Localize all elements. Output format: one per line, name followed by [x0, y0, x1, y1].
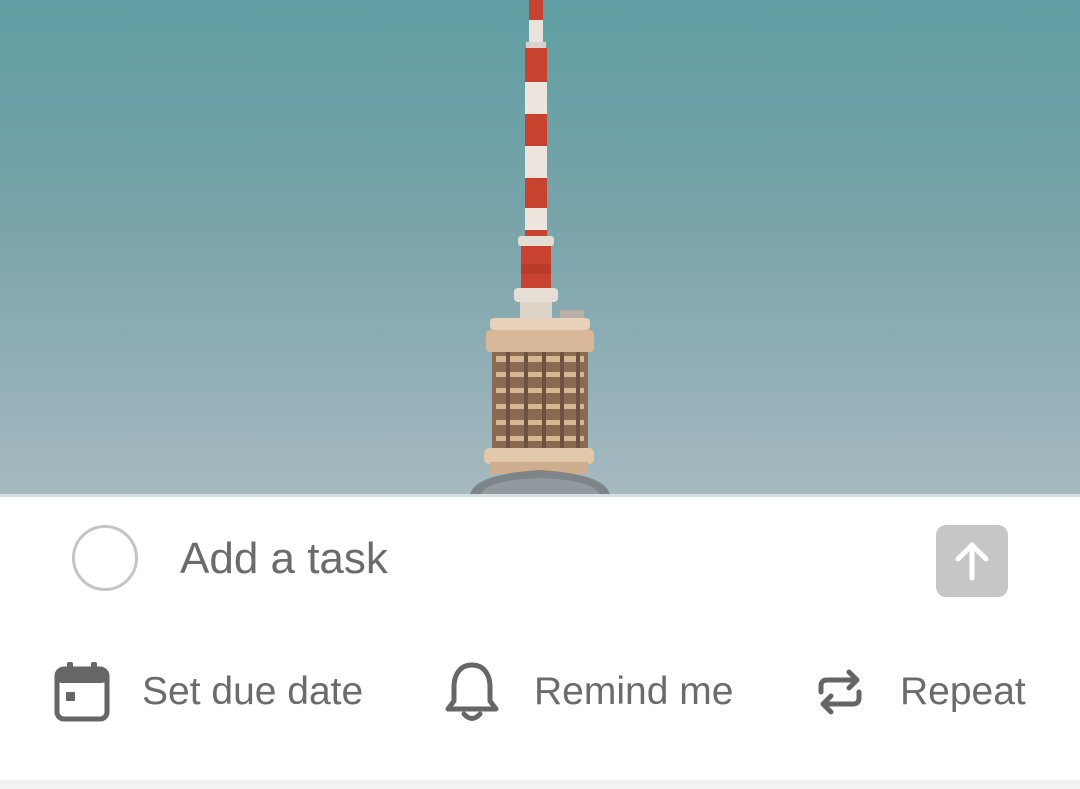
tv-tower-illustration: [470, 0, 610, 495]
bell-icon: [442, 662, 502, 722]
set-due-date-label: Set due date: [142, 670, 364, 713]
submit-task-button[interactable]: [936, 525, 1008, 597]
repeat-icon: [810, 662, 870, 722]
repeat-label: Repeat: [900, 670, 1026, 713]
list-background-photo: [0, 0, 1080, 495]
task-list-screen: Set due date Remind me: [0, 0, 1080, 789]
bottom-edge-divider: [0, 780, 1080, 789]
repeat-button[interactable]: Repeat: [810, 652, 1026, 732]
add-task-composer: Set due date Remind me: [0, 497, 1080, 782]
calendar-icon: [52, 662, 112, 722]
add-task-row: [0, 497, 1080, 627]
complete-circle-icon[interactable]: [72, 525, 138, 591]
set-due-date-button[interactable]: Set due date: [52, 652, 363, 732]
arrow-up-icon: [955, 542, 989, 581]
add-task-input[interactable]: [180, 529, 880, 589]
remind-me-button[interactable]: Remind me: [442, 652, 733, 732]
remind-me-label: Remind me: [534, 670, 734, 713]
task-options-row: Set due date Remind me Repeat: [0, 652, 1080, 732]
